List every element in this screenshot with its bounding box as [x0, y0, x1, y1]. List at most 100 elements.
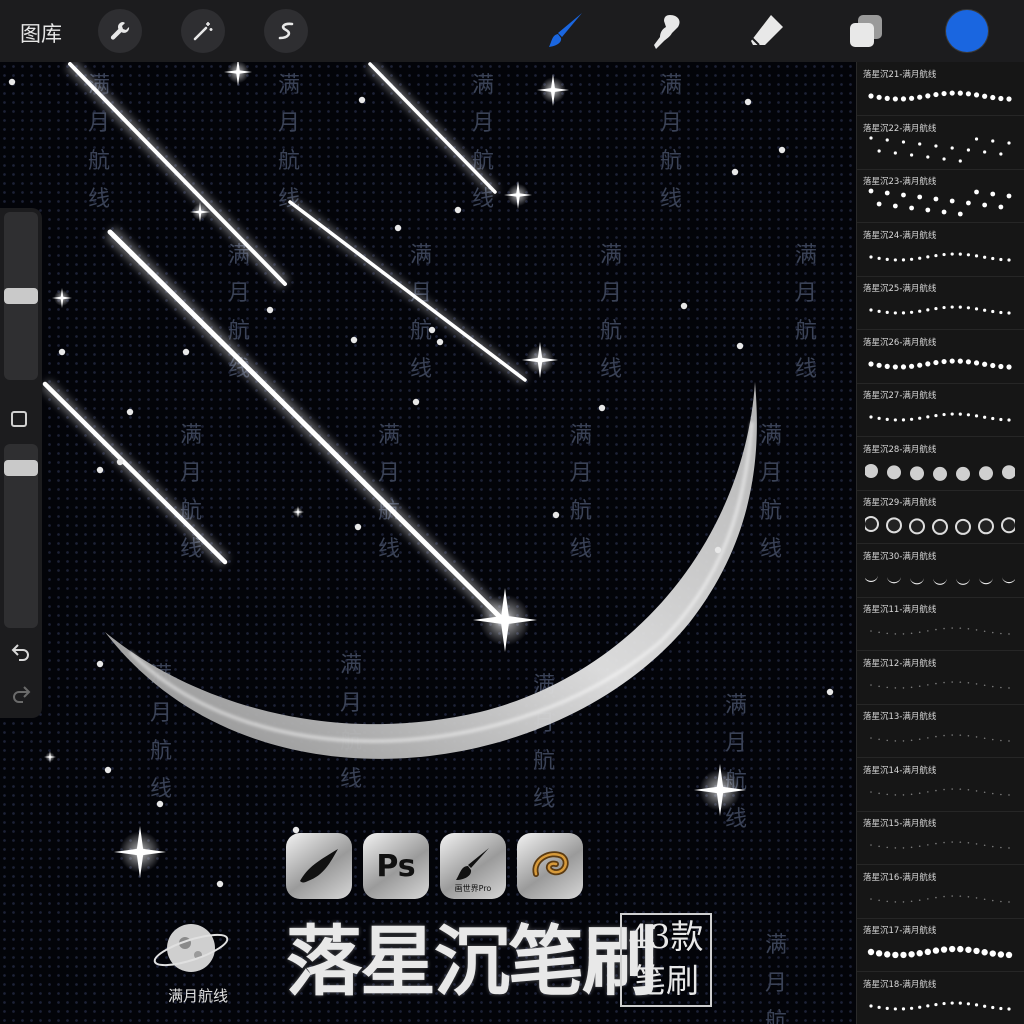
adjustments-button[interactable] [181, 9, 225, 53]
brush-item[interactable]: 落星沉11-满月航线 [857, 597, 1024, 651]
eraser-tool[interactable] [744, 8, 790, 54]
watermark-char: 月 [570, 461, 592, 486]
brush-item[interactable]: 落星沉30-满月航线 [857, 544, 1024, 598]
brush-item[interactable]: 落星沉26-满月航线 [857, 330, 1024, 384]
brush-item[interactable]: 落星沉29-满月航线 [857, 490, 1024, 544]
brush-item[interactable]: 落星沉17-满月航线 [857, 918, 1024, 972]
brush-mark [1008, 847, 1010, 849]
meteor-streaks [40, 62, 529, 627]
sparkle [504, 181, 532, 209]
brush-mark [942, 252, 946, 256]
brush-library-panel: 落星沉21-满月航线落星沉22-满月航线 落星沉23-满月航线落星沉24-满月航线… [856, 62, 1024, 1024]
actions-button[interactable] [98, 9, 142, 53]
brush-name: 落星沉14-满月航线 [863, 765, 937, 776]
brush-item[interactable]: 落星沉16-满月航线 [857, 865, 1024, 919]
brush-item[interactable]: 落星沉15-满月航线 [857, 811, 1024, 865]
brush-mark [925, 360, 931, 366]
brush-size-slider[interactable] [4, 212, 38, 380]
brush-mark [868, 93, 874, 99]
brush-mark [1000, 846, 1002, 849]
artwork-title: 落星沉笔刷 [286, 917, 658, 1006]
brush-mark [950, 145, 954, 150]
brush-mark [981, 949, 988, 956]
brush-mark [901, 257, 906, 262]
brush-name: 落星沉30-满月航线 [863, 551, 937, 562]
brush-item[interactable]: 落星沉23-满月航线 [857, 169, 1024, 223]
brush-mark [983, 897, 986, 900]
watermark-char: 月 [760, 461, 782, 486]
brush-stroke-preview [867, 945, 1013, 959]
brush-name: 落星沉21-满月航线 [863, 70, 937, 80]
star-dot [736, 342, 744, 350]
brush-item[interactable]: 落星沉12-满月航线 [857, 651, 1024, 705]
brush-mark [933, 196, 939, 202]
brush-name: 落星沉28-满月航线 [863, 444, 937, 455]
brush-item[interactable]: 落星沉21-满月航线 [857, 62, 1024, 116]
undo-icon[interactable] [10, 640, 32, 662]
brush-mark [998, 204, 1004, 210]
brush-item[interactable]: 落星沉27-满月航线 [857, 383, 1024, 437]
brush-item[interactable]: 落星沉13-满月航线 [857, 704, 1024, 758]
gallery-button[interactable]: 图库 [20, 18, 62, 48]
selection-icon [278, 22, 294, 40]
brush-mark [990, 191, 996, 197]
watermark-char: 航 [228, 319, 250, 344]
brush-mark [894, 740, 897, 742]
redo-icon[interactable] [10, 682, 32, 704]
brush-mark [893, 418, 897, 422]
brush-opacity-thumb[interactable] [4, 460, 38, 476]
brush-mark [959, 734, 962, 736]
layers-tool[interactable] [843, 8, 889, 54]
brush-item[interactable]: 落星沉28-满月航线 [857, 437, 1024, 491]
drawing-canvas[interactable]: 满月航线满月航线满月航线满月航线满月航线满月航线满月航线满月航线满月航线满月航线… [0, 62, 856, 1024]
brush-mark [991, 138, 995, 143]
brush-mark [933, 466, 947, 481]
brush-mark [870, 737, 872, 739]
star-dot [778, 146, 786, 154]
brush-item[interactable]: 落星沉24-满月航线 [857, 223, 1024, 277]
watermark-char: 航 [278, 149, 300, 174]
star-dot [96, 466, 104, 474]
brush-mark [1005, 951, 1013, 959]
brush-mark [886, 686, 889, 688]
brush-mark [910, 846, 913, 849]
brush-stroke-preview [870, 841, 1010, 849]
brush-item[interactable]: 落星沉18-满月航线 [857, 972, 1024, 1024]
brush-mark [1007, 140, 1011, 145]
brush-item[interactable]: 落星沉22-满月航线 [857, 116, 1024, 170]
brush-mark [1008, 900, 1010, 903]
watermark-char: 线 [533, 787, 555, 812]
brush-mark [878, 792, 880, 794]
brush-mark [934, 1002, 938, 1006]
brush-mark [991, 256, 995, 260]
watermark-char: 满 [570, 423, 592, 448]
brush-name: 落星沉15-满月航线 [863, 819, 937, 829]
brush-mark [1000, 900, 1002, 902]
watermark-char: 航 [150, 739, 172, 764]
brush-mark [966, 306, 971, 310]
smudge-tool[interactable] [645, 8, 691, 54]
brush-opacity-slider[interactable] [4, 444, 38, 628]
brush-mark [894, 633, 897, 635]
brush-tool[interactable] [543, 8, 589, 54]
brush-item[interactable]: 落星沉25-满月航线 [857, 276, 1024, 330]
brush-item[interactable]: 落星沉14-满月航线 [857, 758, 1024, 812]
modify-button[interactable] [11, 411, 27, 427]
brush-stroke-preview [869, 135, 1011, 163]
watermark-char: 航 [533, 749, 555, 774]
sparkle [114, 826, 166, 878]
watermark-char: 航 [795, 319, 817, 344]
wrench-icon [110, 21, 130, 40]
brush-mark [959, 787, 962, 790]
brush-mark [974, 307, 979, 311]
brush-mark [1006, 96, 1012, 102]
watermark-char: 线 [378, 537, 400, 562]
color-picker-button[interactable] [946, 10, 988, 52]
brush-name: 落星沉24-满月航线 [863, 230, 937, 241]
selection-button[interactable] [264, 9, 308, 53]
paintbrush-icon [456, 848, 489, 880]
brush-mark [892, 96, 898, 102]
star-dot [104, 766, 112, 774]
brush-stroke-preview [870, 734, 1010, 742]
brush-size-thumb[interactable] [4, 288, 38, 304]
